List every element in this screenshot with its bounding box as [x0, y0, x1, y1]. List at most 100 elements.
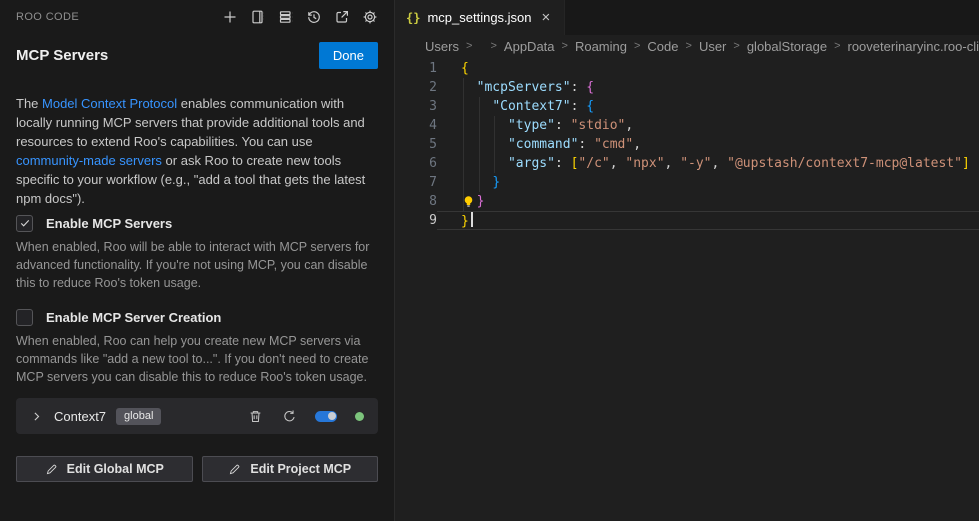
edit-project-mcp-label: Edit Project MCP [250, 462, 351, 476]
code-token: ] [962, 156, 970, 171]
server-enabled-toggle[interactable] [315, 411, 337, 422]
edit-buttons-row: Edit Global MCP Edit Project MCP [16, 456, 378, 482]
code-token [461, 118, 508, 133]
code-token: "type" [508, 118, 555, 133]
tab-mcp-settings-json[interactable]: {} mcp_settings.json × [395, 0, 565, 35]
code-line-content: } [437, 173, 979, 192]
code-token [461, 175, 492, 190]
enable-mcp-servers-row: Enable MCP Servers [16, 214, 378, 232]
enable-mcp-servers-description: When enabled, Roo will be able to intera… [16, 238, 378, 292]
line-number: 3 [395, 97, 437, 116]
page-title: MCP Servers [16, 47, 108, 64]
code-line: 1{ [395, 59, 979, 78]
code-token: : [571, 80, 587, 95]
code-token: : [571, 99, 587, 114]
breadcrumb-separator: > [834, 40, 840, 52]
code-token: , [625, 118, 633, 133]
code-token: "stdio" [571, 118, 626, 133]
view-header: MCP Servers Done [16, 40, 378, 70]
enable-mcp-creation-description: When enabled, Roo can help you create ne… [16, 332, 378, 386]
code-line: 5 "command": "cmd", [395, 135, 979, 154]
vscode-window: ROO CODE [0, 0, 979, 521]
breadcrumb: Users > > AppData > Roaming > Code > User > globalS… [395, 35, 979, 57]
code-token: , [610, 156, 626, 171]
breadcrumb-item[interactable]: Code [647, 39, 678, 54]
edit-project-mcp-button[interactable]: Edit Project MCP [202, 456, 379, 482]
server-scope-badge: global [116, 408, 161, 425]
breadcrumb-separator: > [490, 40, 496, 52]
intro-text: The [16, 96, 42, 111]
plus-icon[interactable] [221, 9, 238, 26]
breadcrumb-item[interactable]: Users [425, 39, 459, 54]
code-token: : [578, 137, 594, 152]
code-token: "@upstash/context7-mcp@latest" [727, 156, 962, 171]
restart-server-icon[interactable] [281, 408, 297, 424]
breadcrumb-item[interactable]: globalStorage [747, 39, 827, 54]
settings-gear-icon[interactable] [361, 9, 378, 26]
expand-chevron-icon[interactable] [30, 409, 44, 423]
toggle-knob [328, 412, 336, 420]
code-token [461, 99, 492, 114]
pencil-icon [228, 463, 241, 476]
mcp-server-icon[interactable] [277, 9, 294, 26]
enable-mcp-creation-checkbox[interactable] [16, 309, 33, 326]
breadcrumb-item[interactable]: rooveterinaryinc.roo-cli [848, 39, 979, 54]
code-token: "command" [508, 137, 578, 152]
open-in-editor-icon[interactable] [333, 9, 350, 26]
enable-mcp-servers-checkbox[interactable] [16, 215, 33, 232]
notebook-icon[interactable] [249, 9, 266, 26]
delete-server-icon[interactable] [247, 408, 263, 424]
code-token: "args" [508, 156, 555, 171]
code-token [461, 156, 508, 171]
code-token: , [633, 137, 641, 152]
breadcrumb-item[interactable]: Roaming [575, 39, 627, 54]
code-token: : [555, 118, 571, 133]
line-number: 7 [395, 173, 437, 192]
code-token: "cmd" [594, 137, 633, 152]
code-line-content: { [437, 59, 979, 78]
code-line: 3 "Context7": { [395, 97, 979, 116]
code-editor[interactable]: 1{2 "mcpServers": {3 "Context7": {4 "typ… [395, 57, 979, 521]
code-token: , [665, 156, 681, 171]
breadcrumb-item[interactable]: AppData [504, 39, 555, 54]
code-line: 8 } [395, 192, 979, 211]
mcp-server-row-context7: Context7 global [16, 398, 378, 434]
code-line: 7 } [395, 173, 979, 192]
breadcrumb-separator: > [466, 40, 472, 52]
code-token: } [461, 214, 469, 229]
code-line: 2 "mcpServers": { [395, 78, 979, 97]
code-token: "/c" [578, 156, 609, 171]
checkmark-icon [19, 217, 31, 229]
code-token: } [492, 175, 500, 190]
intro-link[interactable]: Model Context Protocol [42, 96, 177, 111]
done-button[interactable]: Done [319, 42, 378, 69]
json-file-icon: {} [406, 11, 420, 25]
code-token: { [586, 99, 594, 114]
line-number: 9 [395, 211, 437, 230]
intro-link[interactable]: community-made servers [16, 153, 162, 168]
code-line-content: "type": "stdio", [437, 116, 979, 135]
breadcrumb-separator: > [562, 40, 568, 52]
line-number: 1 [395, 59, 437, 78]
code-token [461, 137, 508, 152]
server-name: Context7 [54, 409, 106, 424]
code-line: 9} [395, 211, 979, 230]
code-token: { [586, 80, 594, 95]
breadcrumb-separator: > [686, 40, 692, 52]
code-line: 6 "args": ["/c", "npx", "-y", "@upstash/… [395, 154, 979, 173]
editor-tab-bar: {} mcp_settings.json × [395, 0, 979, 35]
line-number: 4 [395, 116, 437, 135]
code-line-content: "command": "cmd", [437, 135, 979, 154]
code-token [461, 80, 477, 95]
code-token: "Context7" [492, 99, 570, 114]
sidebar-toolbar [221, 9, 378, 26]
breadcrumb-separator: > [733, 40, 739, 52]
enable-mcp-creation-row: Enable MCP Server Creation [16, 308, 378, 326]
tab-close-icon[interactable]: × [539, 9, 554, 26]
breadcrumb-item[interactable]: User [699, 39, 726, 54]
code-line-content: "args": ["/c", "npx", "-y", "@upstash/co… [437, 154, 979, 173]
breadcrumb-separator: > [634, 40, 640, 52]
code-line-content: } [437, 211, 979, 230]
history-icon[interactable] [305, 9, 322, 26]
edit-global-mcp-button[interactable]: Edit Global MCP [16, 456, 193, 482]
